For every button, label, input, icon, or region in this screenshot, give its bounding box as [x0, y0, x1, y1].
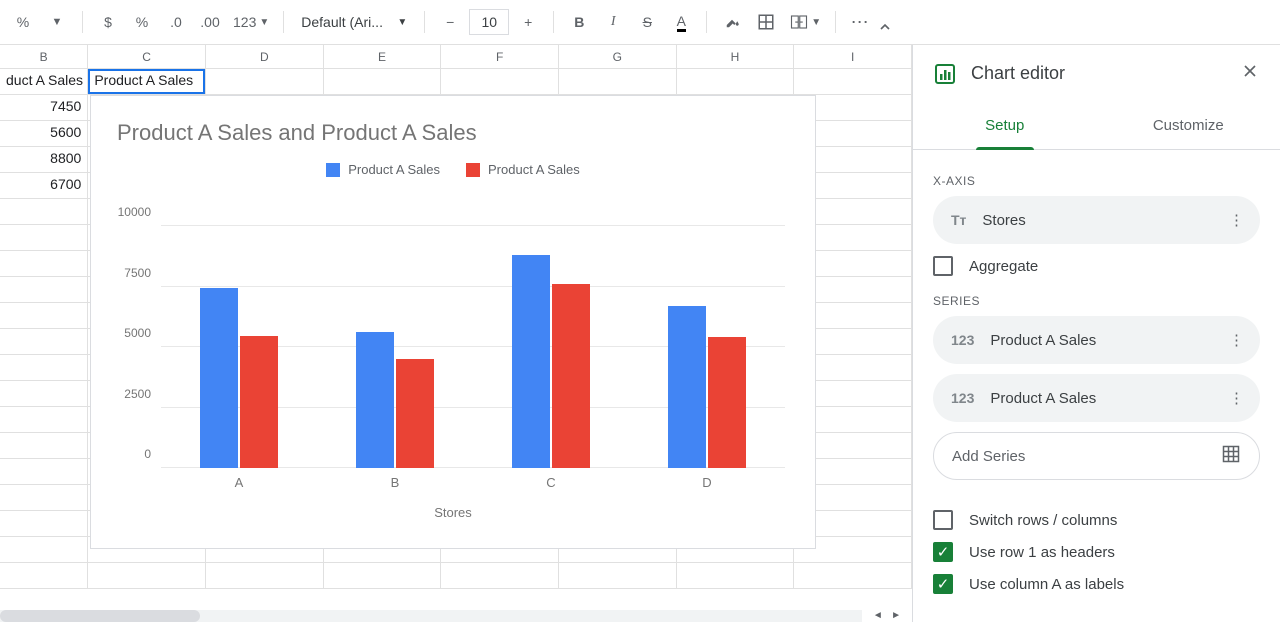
number-type-icon: 123: [951, 332, 974, 348]
series-1-pill[interactable]: 123 Product A Sales ⋮: [933, 316, 1260, 364]
col-head-b[interactable]: B: [0, 45, 88, 68]
percent-format-button-2[interactable]: %: [127, 7, 157, 37]
chart-editor-panel: Chart editor Setup Customize X-AXIS Tᴛ S…: [912, 45, 1280, 622]
chart-legend: Product A Sales Product A Sales: [91, 154, 815, 185]
aggregate-label: Aggregate: [969, 258, 1038, 275]
cell-b4[interactable]: 8800: [0, 147, 88, 173]
panel-title: Chart editor: [971, 63, 1226, 84]
cell-b3[interactable]: 5600: [0, 121, 88, 147]
cell-b1[interactable]: duct A Sales: [0, 69, 88, 95]
xaxis-field-name: Stores: [982, 212, 1025, 229]
increase-decimal-button[interactable]: .00: [195, 7, 225, 37]
cell-d1[interactable]: [206, 69, 324, 95]
currency-format-button[interactable]: $: [93, 7, 123, 37]
use-colA-labels-checkbox[interactable]: ✓: [933, 574, 953, 594]
series-2-more-button[interactable]: ⋮: [1229, 389, 1244, 407]
xaxis-section-label: X-AXIS: [933, 174, 1260, 188]
col-head-d[interactable]: D: [206, 45, 324, 68]
tab-customize[interactable]: Customize: [1097, 102, 1280, 149]
cell-b5[interactable]: 6700: [0, 173, 88, 199]
col-head-c[interactable]: C: [88, 45, 206, 68]
chart-editor-icon: [933, 62, 957, 86]
close-panel-button[interactable]: [1240, 61, 1260, 86]
text-color-button[interactable]: A: [666, 7, 696, 37]
number-format-button[interactable]: 123▼: [229, 7, 273, 37]
horizontal-scrollbar[interactable]: [0, 610, 862, 622]
col-head-e[interactable]: E: [324, 45, 442, 68]
switch-rows-label: Switch rows / columns: [969, 512, 1117, 529]
select-range-icon[interactable]: [1221, 444, 1241, 468]
col-head-h[interactable]: H: [677, 45, 795, 68]
aggregate-checkbox[interactable]: [933, 256, 953, 276]
collapse-toolbar-button[interactable]: [870, 12, 900, 42]
series-section-label: SERIES: [933, 294, 1260, 308]
legend-swatch-2: [466, 163, 480, 177]
italic-button[interactable]: I: [598, 7, 628, 37]
embedded-chart[interactable]: Product A Sales and Product A Sales Prod…: [90, 95, 816, 549]
strikethrough-button[interactable]: S: [632, 7, 662, 37]
number-type-icon: 123: [951, 390, 974, 406]
legend-label-2: Product A Sales: [488, 162, 580, 177]
merge-cells-button[interactable]: ▼: [785, 7, 825, 37]
series-1-more-button[interactable]: ⋮: [1229, 331, 1244, 349]
tab-setup[interactable]: Setup: [913, 102, 1097, 149]
row1-headers-label: Use row 1 as headers: [969, 544, 1115, 561]
font-size-decrease[interactable]: −: [435, 7, 465, 37]
dropdown-icon[interactable]: ▼: [42, 7, 72, 37]
col-head-f[interactable]: F: [441, 45, 559, 68]
decrease-decimal-button[interactable]: .0: [161, 7, 191, 37]
font-size-input[interactable]: [469, 9, 509, 35]
bold-button[interactable]: B: [564, 7, 594, 37]
col-head-i[interactable]: I: [794, 45, 912, 68]
series-2-name: Product A Sales: [990, 390, 1096, 407]
text-type-icon: Tᴛ: [951, 212, 966, 228]
use-row1-headers-checkbox[interactable]: ✓: [933, 542, 953, 562]
colA-labels-label: Use column A as labels: [969, 576, 1124, 593]
chart-x-axis-label: Stores: [91, 505, 815, 520]
legend-label-1: Product A Sales: [348, 162, 440, 177]
switch-rows-cols-checkbox[interactable]: [933, 510, 953, 530]
chart-plot-area: 025005000750010000ABCD: [161, 226, 785, 468]
xaxis-field-pill[interactable]: Tᴛ Stores ⋮: [933, 196, 1260, 244]
fill-color-button[interactable]: [717, 7, 747, 37]
borders-button[interactable]: [751, 7, 781, 37]
series-2-pill[interactable]: 123 Product A Sales ⋮: [933, 374, 1260, 422]
sheet-nav-arrows[interactable]: ◄ ►: [862, 608, 912, 622]
column-headers: B C D E F G H I: [0, 45, 912, 69]
series-1-name: Product A Sales: [990, 332, 1096, 349]
font-size-increase[interactable]: +: [513, 7, 543, 37]
cell-b2[interactable]: 7450: [0, 95, 88, 121]
percent-format-button[interactable]: %: [8, 7, 38, 37]
spreadsheet-grid[interactable]: B C D E F G H I duct A Sales Product A S…: [0, 45, 912, 622]
add-series-button[interactable]: Add Series: [933, 432, 1260, 480]
col-head-g[interactable]: G: [559, 45, 677, 68]
cell-c1[interactable]: Product A Sales: [88, 69, 206, 95]
chart-title: Product A Sales and Product A Sales: [91, 96, 815, 154]
formatting-toolbar: % ▼ $ % .0 .00 123▼ Default (Ari...▼ − +…: [0, 0, 1280, 45]
legend-swatch-1: [326, 163, 340, 177]
font-family-select[interactable]: Default (Ari...▼: [294, 7, 414, 37]
xaxis-more-button[interactable]: ⋮: [1229, 211, 1244, 229]
